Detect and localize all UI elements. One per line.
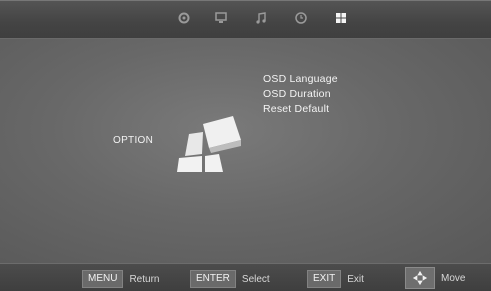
hint-menu-return: MENU Return xyxy=(82,270,159,288)
option-category-icon xyxy=(177,116,241,172)
menu-item-osd-duration[interactable]: OSD Duration xyxy=(263,87,338,102)
osd-screen: OPTION OSD Language OSD Duration Reset D… xyxy=(0,0,491,291)
hint-label-select: Select xyxy=(241,273,270,285)
exit-key[interactable]: EXIT xyxy=(307,270,342,288)
menu-key[interactable]: MENU xyxy=(82,270,124,288)
hint-move: Move xyxy=(405,267,465,289)
hint-label-exit: Exit xyxy=(347,273,364,285)
option-grid-icon[interactable] xyxy=(333,10,349,26)
hint-enter-select: ENTER Select xyxy=(190,270,270,288)
menu-item-list: OSD Language OSD Duration Reset Default xyxy=(263,72,338,117)
clock-icon[interactable] xyxy=(293,10,309,26)
gear-icon[interactable] xyxy=(176,10,192,26)
osd-tab-bar xyxy=(0,0,491,39)
hint-label-return: Return xyxy=(129,273,160,285)
hint-label-move: Move xyxy=(441,272,466,284)
monitor-icon[interactable] xyxy=(213,10,229,26)
enter-key[interactable]: ENTER xyxy=(190,270,236,288)
option-menu-panel xyxy=(0,39,491,265)
music-note-icon[interactable] xyxy=(253,10,269,26)
hint-exit: EXIT Exit xyxy=(307,270,364,288)
menu-title: OPTION xyxy=(113,135,154,146)
hint-bar: MENU Return ENTER Select EXIT Exit Move xyxy=(0,263,491,291)
directional-pad-icon[interactable] xyxy=(405,267,435,289)
menu-item-osd-language[interactable]: OSD Language xyxy=(263,72,338,87)
menu-item-reset-default[interactable]: Reset Default xyxy=(263,102,338,117)
